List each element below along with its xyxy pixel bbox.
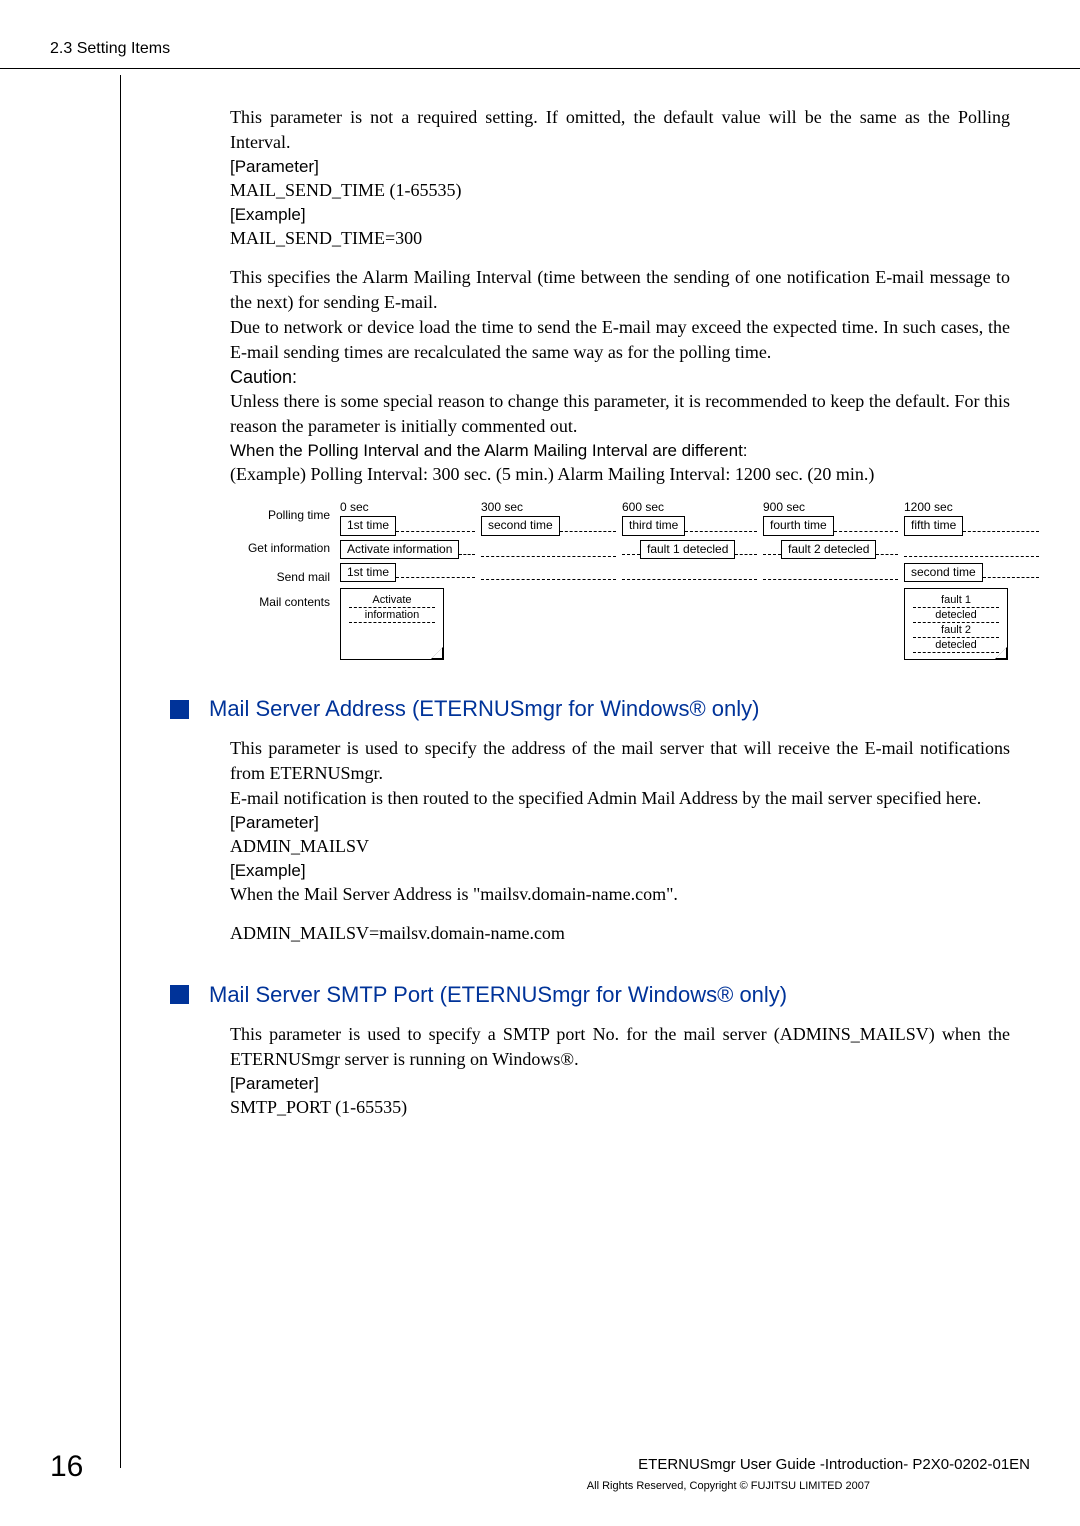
body-paragraph: This parameter is used to specify a SMTP… [230,1022,1010,1072]
diagram-note-line: detecled [913,638,999,653]
vertical-margin-rule [120,75,121,1468]
diagram-note-line: detecled [913,608,999,623]
parameter-label: [Parameter] [230,155,1010,178]
caution-body: Unless there is some special reason to c… [230,389,1010,439]
body-paragraph: (Example) Polling Interval: 300 sec. (5 … [230,462,1010,487]
diagram-row-label: Mail contents [230,588,340,609]
diagram-cell: fifth time [904,516,963,535]
example-label: [Example] [230,859,1010,882]
parameter-value: SMTP_PORT (1-65535) [230,1095,1010,1120]
page-footer: 16 ETERNUSmgr User Guide -Introduction- … [50,1450,1030,1484]
body-paragraph: E-mail notification is then routed to th… [230,786,1010,811]
footer-copyright: All Rights Reserved, Copyright © FUJITSU… [587,1480,870,1492]
diagram-cell: fourth time [763,516,834,535]
example-value: ADMIN_MAILSV=mailsv.domain-name.com [230,921,1010,946]
diagram-note-line: fault 1 [913,593,999,608]
diagram-note-line: Activate [349,593,435,608]
diagram-row-label: Get information [230,540,340,555]
parameter-value: ADMIN_MAILSV [230,834,1010,859]
body-paragraph: This parameter is used to specify the ad… [230,736,1010,786]
diagram-time-header: 900 sec [763,501,898,514]
heading-mail-server-smtp-port: Mail Server SMTP Port (ETERNUSmgr for Wi… [170,982,1030,1008]
diagram-time-header: 300 sec [481,501,616,514]
body-paragraph: This parameter is not a required setting… [230,105,1010,155]
footer-doc-id: ETERNUSmgr User Guide -Introduction- P2X… [638,1456,1030,1473]
diagram-note: fault 1 detecled fault 2 detecled [904,588,1008,660]
parameter-label: [Parameter] [230,811,1010,834]
diagram-note-line: fault 2 [913,623,999,638]
page-number: 16 [50,1450,83,1483]
diagram-cell: second time [481,516,560,535]
example-text: When the Mail Server Address is "mailsv.… [230,882,1010,907]
parameter-label: [Parameter] [230,1072,1010,1095]
section-number: 2.3 Setting Items [50,40,1030,58]
body-paragraph: Due to network or device load the time t… [230,315,1010,365]
heading-mail-server-address: Mail Server Address (ETERNUSmgr for Wind… [170,696,1030,722]
diagram-cell: third time [622,516,685,535]
diagram-time-header: 600 sec [622,501,757,514]
diagram-note-line: information [349,608,435,623]
heading-bullet-icon [170,985,189,1004]
example-label: [Example] [230,203,1010,226]
subsection-heading: When the Polling Interval and the Alarm … [230,439,1010,462]
diagram-row-label: Polling time [230,501,340,522]
diagram-cell: fault 2 detecled [781,540,876,559]
body-paragraph: This specifies the Alarm Mailing Interva… [230,265,1010,315]
diagram-cell: second time [904,563,983,582]
diagram-cell: Activate information [340,540,459,559]
header-rule [0,68,1080,69]
caution-heading: Caution: [230,365,1010,390]
heading-bullet-icon [170,700,189,719]
diagram-note: Activate information [340,588,444,660]
diagram-time-header: 0 sec [340,501,475,514]
diagram-cell: fault 1 detecled [640,540,735,559]
heading-text: Mail Server Address (ETERNUSmgr for Wind… [209,696,759,722]
diagram-cell: 1st time [340,563,396,582]
diagram-cell: 1st time [340,516,396,535]
diagram-time-header: 1200 sec [904,501,1039,514]
heading-text: Mail Server SMTP Port (ETERNUSmgr for Wi… [209,982,787,1008]
parameter-value: MAIL_SEND_TIME (1-65535) [230,178,1010,203]
timing-diagram: Polling time 0 sec 1st time 300 sec seco… [230,501,1010,660]
example-value: MAIL_SEND_TIME=300 [230,226,1010,251]
diagram-row-label: Send mail [230,563,340,584]
